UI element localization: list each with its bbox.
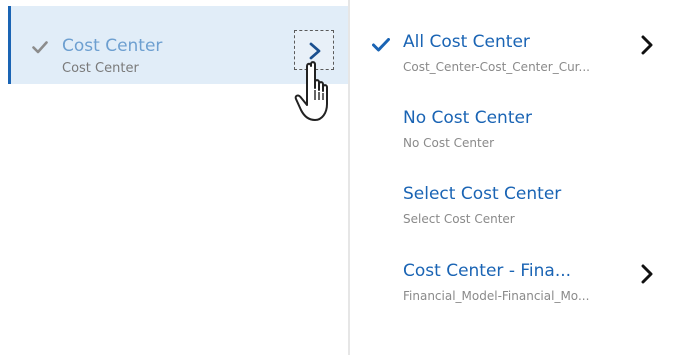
checkmark-icon (372, 38, 390, 52)
option-label: No Cost Center (403, 108, 532, 128)
right-panel: All Cost Center Cost_Center-Cost_Center_… (350, 0, 682, 355)
left-item-sublabel: Cost Center (62, 61, 139, 76)
option-label: Cost Center - Fina... (403, 261, 572, 281)
checkmark-icon (32, 41, 48, 54)
left-list-item-cost-center[interactable]: Cost Center Cost Center (8, 6, 348, 84)
left-item-label: Cost Center (62, 36, 163, 56)
chevron-right-icon[interactable] (640, 35, 654, 55)
option-cost-center-financial[interactable]: Cost Center - Fina... Financial_Model-Fi… (350, 229, 682, 303)
chevron-right-icon (309, 42, 321, 60)
option-select-cost-center[interactable]: Select Cost Center Select Cost Center (350, 152, 682, 226)
option-no-cost-center[interactable]: No Cost Center No Cost Center (350, 76, 682, 150)
left-panel: Cost Center Cost Center (0, 0, 348, 355)
expand-button[interactable] (294, 30, 334, 70)
option-sublabel: Cost_Center-Cost_Center_Cur... (403, 60, 590, 74)
cost-center-picker: Cost Center Cost Center All Cost Center … (0, 0, 682, 355)
option-all-cost-center[interactable]: All Cost Center Cost_Center-Cost_Center_… (350, 0, 682, 74)
option-label: Select Cost Center (403, 184, 562, 204)
option-sublabel: No Cost Center (403, 136, 495, 150)
option-label: All Cost Center (403, 32, 530, 52)
option-sublabel: Select Cost Center (403, 212, 515, 226)
chevron-right-icon[interactable] (640, 264, 654, 284)
selection-indicator (8, 6, 11, 84)
option-sublabel: Financial_Model-Financial_Mo... (403, 289, 590, 303)
